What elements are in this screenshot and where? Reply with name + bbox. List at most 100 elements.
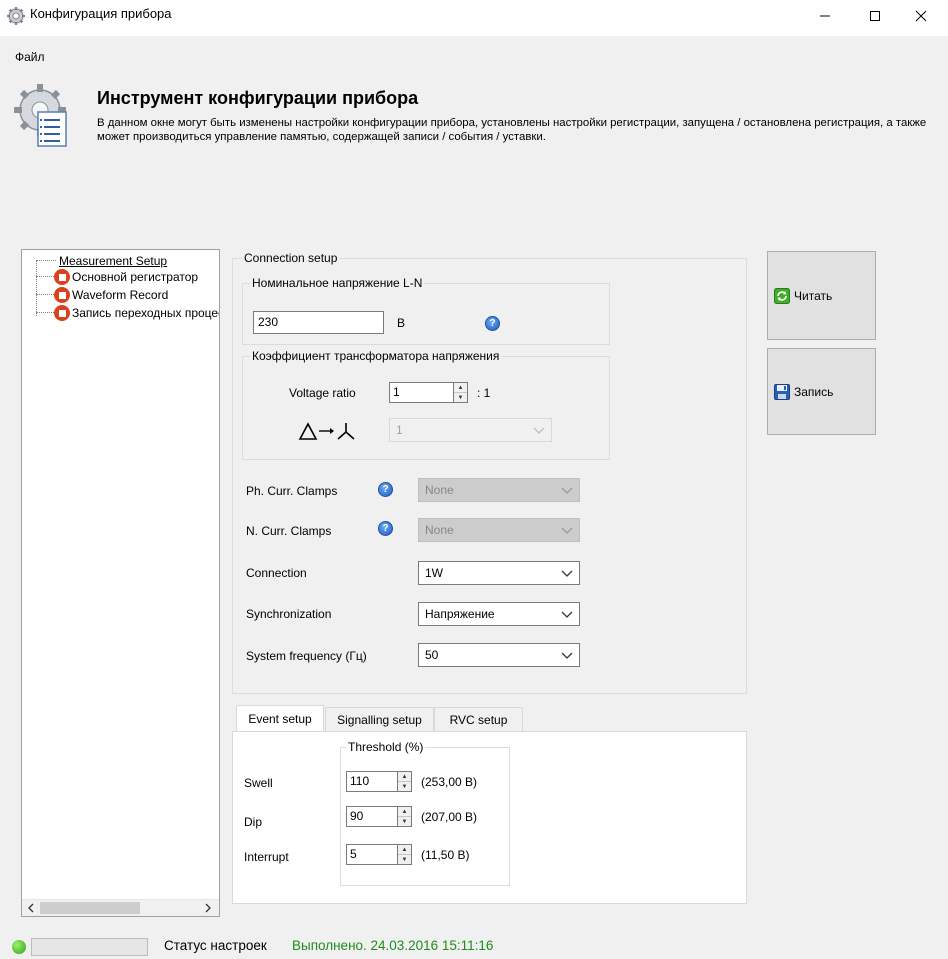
- swell-spinner[interactable]: 110 ▲ ▼: [346, 771, 412, 792]
- menu-file[interactable]: Файл: [11, 48, 49, 66]
- chevron-down-icon: [533, 427, 545, 434]
- status-label: Статус настроек: [164, 938, 267, 953]
- tree-connector: [36, 260, 37, 316]
- write-button[interactable]: Запись: [767, 348, 876, 435]
- tree-item-label: Waveform Record: [72, 288, 169, 302]
- tab-event-setup[interactable]: Event setup: [236, 705, 324, 731]
- tree-item-label: Запись переходных процессов: [72, 306, 219, 320]
- system-frequency-value: 50: [425, 648, 439, 662]
- interrupt-label: Interrupt: [244, 850, 289, 864]
- read-button-label: Читать: [794, 288, 833, 303]
- voltage-ratio-suffix: : 1: [477, 386, 491, 400]
- chevron-right-icon[interactable]: [203, 903, 213, 913]
- interrupt-value[interactable]: 5: [346, 844, 397, 865]
- tree-item-waveform-record[interactable]: Waveform Record: [54, 286, 169, 304]
- group-title: Номинальное напряжение L-N: [250, 276, 425, 290]
- menu-bar: Файл: [0, 36, 948, 76]
- page-title: Инструмент конфигурации прибора: [97, 88, 419, 108]
- stop-node-icon: [54, 305, 70, 321]
- stop-node-icon: [54, 287, 70, 303]
- chevron-down-icon: [561, 652, 573, 659]
- tree-horizontal-scrollbar[interactable]: [22, 899, 219, 916]
- status-bar: Статус настроек Выполнено. 24.03.2016 15…: [0, 936, 948, 959]
- ph-clamps-value: None: [425, 483, 454, 497]
- connection-label: Connection: [246, 566, 307, 580]
- config-tree: Measurement Setup Основной регистратор W…: [21, 249, 220, 917]
- chevron-down-icon: [561, 527, 573, 534]
- spinner-down-icon[interactable]: ▼: [398, 855, 411, 864]
- nominal-voltage-input[interactable]: 230: [253, 311, 384, 334]
- n-clamps-select[interactable]: None: [418, 518, 580, 542]
- minimize-icon: [820, 15, 830, 17]
- spinner-up-icon[interactable]: ▲: [454, 383, 467, 393]
- spinner-up-icon[interactable]: ▲: [398, 772, 411, 782]
- swell-label: Swell: [244, 776, 273, 790]
- refresh-icon: [774, 287, 790, 304]
- swell-value[interactable]: 110: [346, 771, 397, 792]
- read-button[interactable]: Читать: [767, 251, 876, 340]
- dip-spinner[interactable]: 90 ▲ ▼: [346, 806, 412, 827]
- voltage-ratio-spinner[interactable]: 1 ▲ ▼: [389, 382, 468, 403]
- settings-document-icon: [14, 84, 67, 147]
- system-frequency-label: System frequency (Гц): [246, 649, 367, 663]
- chevron-down-icon: [561, 611, 573, 618]
- tree-connector: [36, 312, 56, 313]
- spinner-buttons[interactable]: ▲ ▼: [397, 844, 412, 865]
- dip-value[interactable]: 90: [346, 806, 397, 827]
- voltage-ratio-value[interactable]: 1: [389, 382, 453, 403]
- tree-connector: [36, 294, 56, 295]
- tree-item-main-recorder[interactable]: Основной регистратор: [54, 268, 199, 286]
- synchronization-select[interactable]: Напряжение: [418, 602, 580, 626]
- chevron-left-icon[interactable]: [26, 903, 36, 913]
- dip-label: Dip: [244, 815, 263, 829]
- spinner-buttons[interactable]: ▲ ▼: [453, 382, 468, 403]
- delta-ratio-value: 1: [396, 423, 403, 437]
- status-progress-bar: [31, 938, 148, 956]
- spinner-buttons[interactable]: ▲ ▼: [397, 806, 412, 827]
- spinner-down-icon[interactable]: ▼: [398, 782, 411, 791]
- interrupt-spinner[interactable]: 5 ▲ ▼: [346, 844, 412, 865]
- system-frequency-select[interactable]: 50: [418, 643, 580, 667]
- nominal-voltage-unit: В: [397, 316, 406, 330]
- tab-rvc-setup[interactable]: RVC setup: [434, 707, 523, 731]
- close-icon: [915, 10, 927, 22]
- spinner-buttons[interactable]: ▲ ▼: [397, 771, 412, 792]
- maximize-button[interactable]: [852, 0, 898, 32]
- connection-select[interactable]: 1W: [418, 561, 580, 585]
- status-led-icon: [12, 940, 26, 954]
- title-bar: Конфигурация прибора: [0, 0, 948, 36]
- chevron-down-icon: [561, 570, 573, 577]
- delta-ratio-select[interactable]: 1: [389, 418, 552, 442]
- spinner-down-icon[interactable]: ▼: [398, 817, 411, 826]
- status-value: Выполнено. 24.03.2016 15:11:16: [292, 938, 494, 953]
- stop-node-icon: [54, 269, 70, 285]
- maximize-icon: [870, 11, 880, 21]
- spinner-down-icon[interactable]: ▼: [454, 393, 467, 402]
- minimize-button[interactable]: [802, 0, 848, 32]
- voltage-ratio-label: Voltage ratio: [289, 386, 356, 400]
- connection-value: 1W: [425, 566, 443, 580]
- scrollbar-thumb[interactable]: [40, 902, 140, 914]
- delta-to-wye-icon: [298, 422, 355, 440]
- tree-connector: [36, 260, 56, 261]
- dip-computed: (207,00 В): [421, 810, 478, 824]
- spinner-up-icon[interactable]: ▲: [398, 845, 411, 855]
- group-title: Connection setup: [242, 251, 340, 265]
- page-description: В данном окне могут быть изменены настро…: [97, 117, 927, 143]
- window-title: Конфигурация прибора: [30, 6, 172, 21]
- ph-clamps-label: Ph. Curr. Clamps: [246, 484, 338, 498]
- help-icon[interactable]: ?: [378, 482, 393, 497]
- tree-item-transient-record[interactable]: Запись переходных процессов: [54, 304, 219, 322]
- tab-signalling-setup[interactable]: Signalling setup: [325, 707, 434, 731]
- tree-item-label: Основной регистратор: [72, 270, 199, 284]
- help-icon[interactable]: ?: [378, 521, 393, 536]
- interrupt-computed: (11,50 В): [421, 848, 470, 862]
- spinner-up-icon[interactable]: ▲: [398, 807, 411, 817]
- ph-clamps-select[interactable]: None: [418, 478, 580, 502]
- help-icon[interactable]: ?: [485, 316, 500, 331]
- write-button-label: Запись: [794, 384, 834, 399]
- synchronization-label: Synchronization: [246, 607, 332, 621]
- n-clamps-label: N. Curr. Clamps: [246, 524, 332, 538]
- tree-item-label: Measurement Setup: [59, 254, 168, 268]
- close-button[interactable]: [898, 0, 944, 32]
